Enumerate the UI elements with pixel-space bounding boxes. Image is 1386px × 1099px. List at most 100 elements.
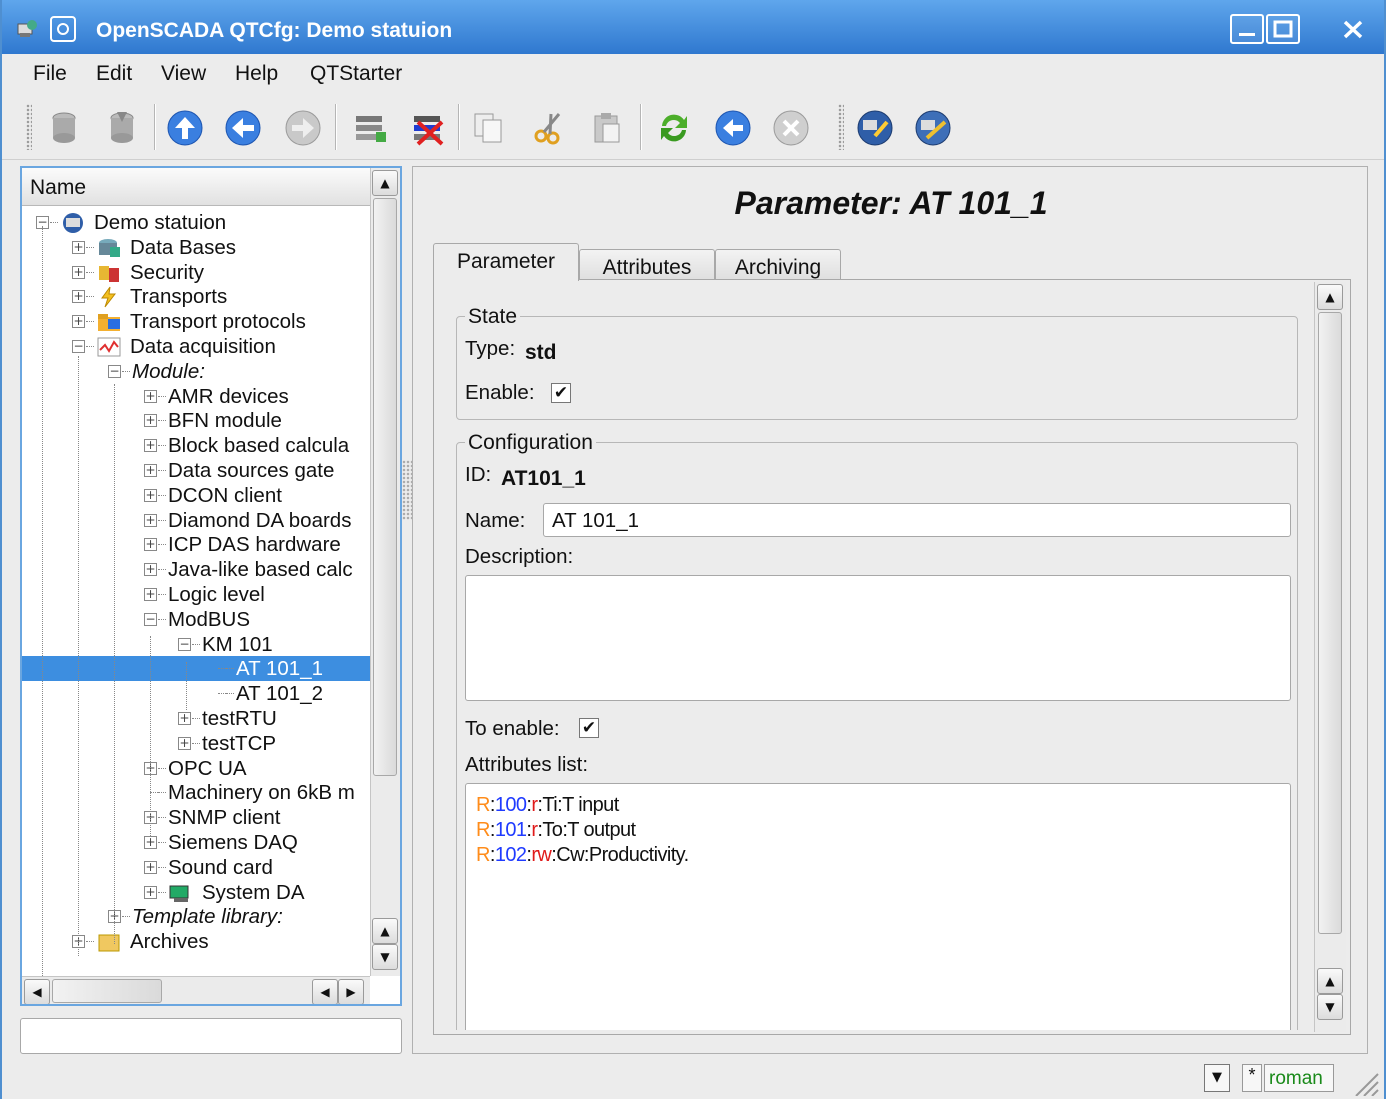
menu-edit[interactable]: Edit (96, 62, 132, 86)
attributes-list-textarea[interactable]: R:100:r:Ti:T input R:101:r:To:T output R… (465, 783, 1291, 1030)
close-button[interactable] (1336, 14, 1370, 44)
tree-item[interactable]: + AMR devices (22, 384, 370, 409)
tree-item[interactable]: + Siemens DAQ (22, 830, 370, 855)
collapse-icon[interactable]: − (178, 637, 191, 651)
tree-item[interactable]: − KM 101 (22, 632, 370, 657)
tree-item[interactable]: + OPC UA (22, 756, 370, 781)
tree-item[interactable]: − Module: (22, 359, 370, 384)
delete-item-icon[interactable] (408, 108, 448, 148)
expand-icon[interactable]: + (144, 464, 157, 477)
description-textarea[interactable] (465, 575, 1291, 701)
tree-item[interactable]: + Block based calcula (22, 433, 370, 458)
scroll-up-icon[interactable]: ▲ (1317, 968, 1343, 994)
tab-archiving[interactable]: Archiving (715, 249, 841, 281)
chevron-down-icon[interactable]: ▼ (1204, 1064, 1230, 1092)
expand-icon[interactable]: + (144, 513, 157, 527)
tree-item[interactable]: + Diamond DA boards (22, 508, 370, 533)
expand-icon[interactable]: + (144, 885, 157, 899)
add-item-icon[interactable] (350, 108, 390, 148)
tree-item[interactable]: + SNMP client (22, 805, 370, 830)
tree-item[interactable]: + Logic level (22, 582, 370, 607)
tree-item[interactable]: + Transports (22, 284, 370, 309)
form-vscroll-thumb[interactable] (1318, 312, 1342, 934)
menu-help[interactable]: Help (235, 62, 278, 86)
menu-file[interactable]: File (33, 62, 67, 86)
scroll-left-icon[interactable]: ◀ (24, 979, 50, 1004)
scroll-up-icon[interactable]: ▲ (1317, 284, 1343, 310)
tree-item[interactable]: + BFN module (22, 408, 370, 433)
expand-icon[interactable]: + (144, 414, 157, 428)
expand-icon[interactable]: + (144, 860, 157, 874)
resize-grip-icon[interactable] (1348, 1066, 1380, 1096)
expand-icon[interactable]: + (144, 836, 157, 849)
collapse-icon[interactable]: − (144, 612, 157, 626)
splitter-handle[interactable] (402, 460, 412, 520)
db-load-icon[interactable] (44, 108, 84, 148)
menu-qtstarter[interactable]: QTStarter (310, 62, 402, 86)
toolbar-grip[interactable] (26, 104, 32, 150)
name-input[interactable]: AT 101_1 (543, 503, 1291, 537)
expand-icon[interactable]: + (72, 240, 85, 254)
copy-icon[interactable] (469, 108, 509, 148)
tree-item[interactable]: − Demo statuion (22, 210, 370, 235)
tree-item[interactable]: + ICP DAS hardware (22, 532, 370, 557)
station-config-icon[interactable] (913, 108, 953, 148)
user-indicator[interactable]: roman (1264, 1064, 1334, 1092)
form-vertical-scrollbar[interactable]: ▲ ▲ ▼ (1314, 282, 1346, 1032)
forward-icon[interactable] (283, 108, 323, 148)
expand-icon[interactable]: + (72, 265, 85, 279)
cut-icon[interactable] (529, 108, 569, 148)
tree-hscroll-thumb[interactable] (52, 979, 162, 1003)
toolbar-grip[interactable] (838, 104, 844, 150)
expand-icon[interactable]: + (178, 736, 191, 750)
expand-icon[interactable]: + (72, 290, 85, 304)
scroll-left-icon[interactable]: ◀ (312, 979, 338, 1004)
window-menu-icon[interactable] (50, 16, 76, 42)
tree-item[interactable]: + System DA (22, 880, 370, 905)
tab-parameter[interactable]: Parameter (433, 243, 579, 281)
tree-item[interactable]: + testTCP (22, 731, 370, 756)
tree-item[interactable]: + Data Bases (22, 235, 370, 260)
tree-item[interactable]: − Data acquisition (22, 334, 370, 359)
navigation-tree[interactable]: − Demo statuion + Data Bases + Security + Trans… (22, 206, 370, 982)
collapse-icon[interactable]: − (108, 364, 121, 378)
enable-checkbox[interactable]: ✔ (551, 383, 571, 403)
tree-item[interactable]: AT 101_1 (22, 656, 370, 682)
expand-icon[interactable]: + (144, 563, 157, 577)
menu-view[interactable]: View (161, 62, 206, 86)
tree-column-header[interactable]: Name (22, 168, 370, 206)
scroll-up-icon[interactable]: ▲ (372, 918, 398, 944)
tree-vscroll-thumb[interactable] (373, 198, 397, 776)
tree-item[interactable]: + Java-like based calc (22, 557, 370, 582)
back-icon[interactable] (223, 108, 263, 148)
stop-icon[interactable] (771, 108, 811, 148)
tree-item[interactable]: + Sound card (22, 855, 370, 880)
tree-item[interactable]: + Transport protocols (22, 309, 370, 334)
expand-icon[interactable]: + (144, 389, 157, 403)
tree-item[interactable]: + Template library: (22, 904, 370, 929)
tree-horizontal-scrollbar[interactable]: ◀ ◀ ▶ (22, 976, 370, 1004)
collapse-icon[interactable]: − (72, 340, 85, 353)
scroll-up-icon[interactable]: ▲ (372, 170, 398, 196)
db-save-icon[interactable] (102, 108, 142, 148)
scroll-down-icon[interactable]: ▼ (1317, 994, 1343, 1020)
tree-item[interactable]: − ModBUS (22, 607, 370, 632)
expand-icon[interactable]: + (178, 712, 191, 725)
paste-icon[interactable] (587, 108, 627, 148)
tree-vertical-scrollbar[interactable]: ▲ ▲ ▼ (370, 168, 400, 976)
up-icon[interactable] (165, 108, 205, 148)
expand-icon[interactable]: + (144, 488, 157, 502)
tree-item[interactable]: + Archives (22, 929, 370, 954)
station-connect-icon[interactable] (855, 108, 895, 148)
expand-icon[interactable]: + (144, 439, 157, 453)
tree-item[interactable]: + Security (22, 260, 370, 285)
tree-item[interactable]: + Data sources gate (22, 458, 370, 483)
start-icon[interactable] (713, 108, 753, 148)
tab-attributes[interactable]: Attributes (579, 249, 715, 281)
tree-item[interactable]: + testRTU (22, 706, 370, 731)
to-enable-checkbox[interactable]: ✔ (579, 718, 599, 738)
maximize-button[interactable] (1266, 14, 1300, 44)
expand-icon[interactable]: + (72, 315, 85, 329)
scroll-right-icon[interactable]: ▶ (338, 979, 364, 1004)
refresh-icon[interactable] (654, 108, 694, 148)
